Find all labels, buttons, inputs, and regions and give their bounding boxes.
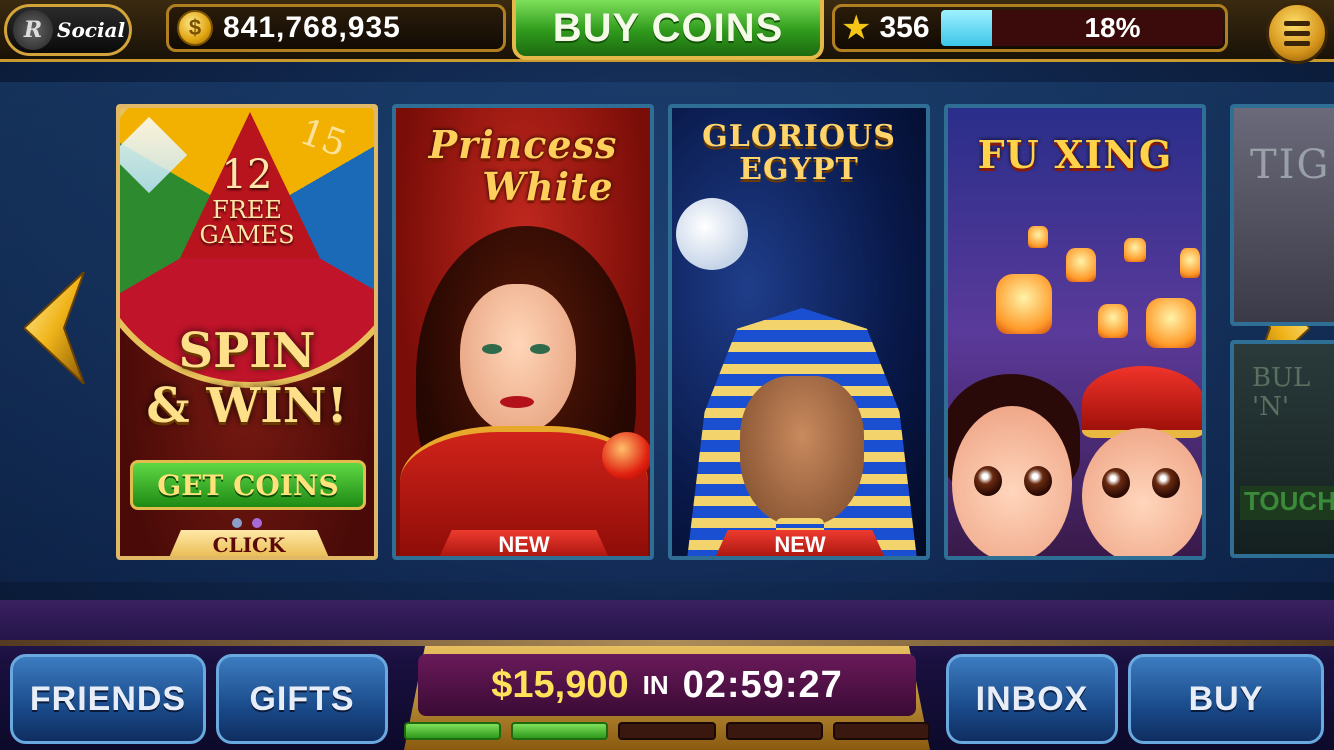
bull-tile[interactable]: BUL 'N' TOUCH T xyxy=(1230,340,1334,558)
bonus-amount: $15,900 xyxy=(491,663,629,706)
lips-icon xyxy=(500,396,534,408)
princess-title-line1: Princess xyxy=(428,122,618,167)
eye-icon xyxy=(1024,466,1052,496)
boy-face xyxy=(1082,428,1202,556)
glorious-egypt-tile[interactable]: GLORIOUS EGYPT NEW xyxy=(668,104,930,560)
princess-white-title: Princess White xyxy=(396,126,650,206)
bonus-in-label: IN xyxy=(642,669,669,700)
click-badge: CLICK xyxy=(168,530,330,556)
friends-button[interactable]: FRIENDS xyxy=(10,654,206,744)
touch-overlay: TOUCH T xyxy=(1240,486,1334,520)
pharaoh-face xyxy=(740,376,864,526)
eye-icon xyxy=(974,466,1002,496)
spin-win-line2: & WIN! xyxy=(146,378,348,435)
princess-white-tile[interactable]: Princess White NEW xyxy=(392,104,654,560)
spin-win-headline: SPIN & WIN! xyxy=(120,323,374,435)
page-dot xyxy=(232,518,242,528)
fu-xing-tile[interactable]: FU XING xyxy=(944,104,1206,560)
bull-title-line2: 'N' xyxy=(1252,391,1290,422)
get-coins-button[interactable]: GET COINS xyxy=(130,460,366,510)
menu-line-icon xyxy=(1284,20,1310,26)
coin-icon: $ xyxy=(177,10,213,46)
apple-icon xyxy=(602,432,650,480)
bull-title-line1: BUL xyxy=(1252,363,1311,393)
buy-button[interactable]: BUY xyxy=(1128,654,1324,744)
new-badge: NEW xyxy=(714,530,886,556)
spin-win-line1: SPIN xyxy=(178,323,316,379)
inbox-button[interactable]: INBOX xyxy=(946,654,1118,744)
bonus-countdown: 02:59:27 xyxy=(682,663,843,706)
bonus-timer-panel[interactable]: $15,900 IN 02:59:27 xyxy=(418,654,916,716)
menu-line-icon xyxy=(1284,30,1310,36)
coin-balance-value: 841,768,935 xyxy=(223,11,401,44)
free-games-number: 12 xyxy=(221,152,273,198)
tiger-title: TIG xyxy=(1250,142,1331,188)
level-status: ★ 356 18% xyxy=(832,4,1228,52)
page-dots xyxy=(232,518,262,528)
social-logo[interactable]: R Social xyxy=(4,4,132,56)
menu-line-icon xyxy=(1284,40,1310,46)
eye-icon xyxy=(1102,468,1130,498)
progress-segment-filled xyxy=(404,722,502,740)
star-icon: ★ xyxy=(841,8,872,48)
girl-face xyxy=(952,406,1072,556)
top-bar: R Social $ 841,768,935 BUY COINS ★ 356 1… xyxy=(0,0,1334,64)
glorious-egypt-title: GLORIOUS EGYPT xyxy=(672,120,926,186)
carousel-prev-arrow-icon[interactable] xyxy=(24,272,86,384)
progress-segment-filled xyxy=(511,722,609,740)
egypt-title-line1: GLORIOUS xyxy=(702,119,896,154)
menu-button[interactable] xyxy=(1266,2,1328,64)
lantern-icon xyxy=(1066,248,1096,282)
eye-icon xyxy=(530,344,550,354)
lantern-icon xyxy=(1124,238,1146,262)
coin-balance: $ 841,768,935 xyxy=(166,4,506,52)
free-games-label: 12 FREE GAMES xyxy=(120,152,374,248)
bonus-progress-segments xyxy=(400,722,934,742)
progress-segment xyxy=(725,722,823,740)
page-dot-active xyxy=(252,518,262,528)
eye-icon xyxy=(1152,468,1180,498)
bottom-gold-rail xyxy=(0,640,1334,646)
moon-icon xyxy=(676,198,748,270)
gifts-button[interactable]: GIFTS xyxy=(216,654,388,744)
logo-mark-icon: R xyxy=(13,10,53,50)
lantern-icon xyxy=(1098,304,1128,338)
progress-segment xyxy=(618,722,716,740)
bull-title: BUL 'N' xyxy=(1252,364,1310,421)
free-games-line2: GAMES xyxy=(199,221,295,250)
princess-title-line2: White xyxy=(482,164,614,209)
tiger-tile[interactable]: TIG xyxy=(1230,104,1334,326)
logo-text: Social xyxy=(57,18,126,42)
spin-win-tile[interactable]: 15 12 FREE GAMES SPIN & WIN! GET COINS C… xyxy=(116,104,378,560)
egypt-title-line2: EGYPT xyxy=(739,152,859,187)
new-badge: NEW xyxy=(438,530,610,556)
lantern-icon xyxy=(1180,248,1200,278)
fu-xing-title: FU XING xyxy=(977,132,1173,177)
xp-progress-bar: 18% xyxy=(941,10,1224,46)
lantern-icon xyxy=(1146,298,1196,348)
progress-segment xyxy=(832,722,931,740)
lantern-icon xyxy=(1028,226,1048,248)
free-games-line1: FREE xyxy=(212,196,282,224)
eye-icon xyxy=(482,344,502,354)
princess-face xyxy=(460,284,576,434)
lantern-icon xyxy=(996,274,1052,334)
level-value: 356 xyxy=(879,11,930,44)
xp-percent: 18% xyxy=(1084,12,1141,43)
buy-coins-button[interactable]: BUY COINS xyxy=(512,0,824,60)
